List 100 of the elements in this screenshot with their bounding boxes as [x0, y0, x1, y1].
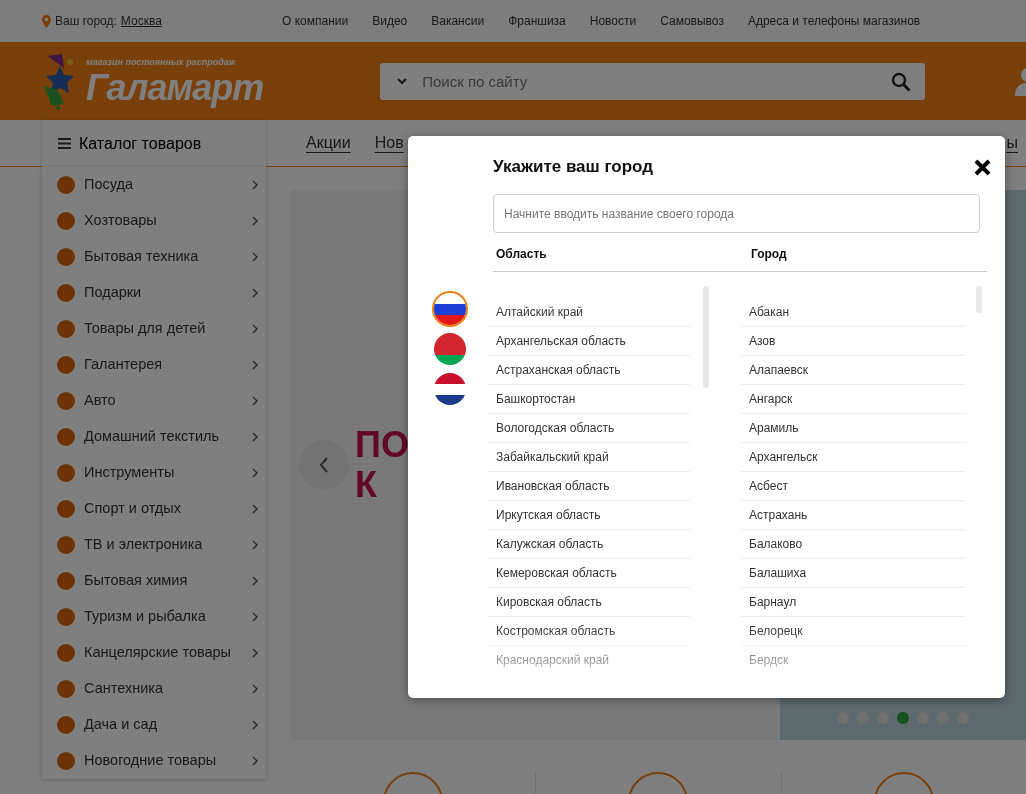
chevron-right-icon [252, 756, 258, 766]
chevron-right-icon [252, 684, 258, 694]
top-link[interactable]: Адреса и телефоны магазинов [747, 12, 921, 30]
circle-icon [56, 643, 76, 663]
city-item[interactable]: Асбест [741, 472, 966, 501]
region-item[interactable]: Калужская область [488, 530, 690, 559]
city-item[interactable]: Астрахань [741, 501, 966, 530]
chevron-left-icon [319, 457, 329, 473]
chevron-right-icon [252, 396, 258, 406]
region-item[interactable]: Архангельская область [488, 327, 690, 356]
catalog-item[interactable]: Посуда [42, 167, 266, 203]
top-link[interactable]: Видео [372, 12, 408, 30]
catalog-item[interactable]: Сантехника [42, 671, 266, 707]
region-item[interactable]: Кемеровская область [488, 559, 690, 588]
city-item[interactable]: Азов [741, 327, 966, 356]
top-link[interactable]: Новости [589, 12, 637, 30]
catalog-item[interactable]: Инструменты [42, 455, 266, 491]
circle-icon [56, 427, 76, 447]
circle-icon [56, 283, 76, 303]
catalog-button[interactable]: Каталог товаров [42, 120, 266, 167]
search-field[interactable]: Поиск по сайту [380, 62, 926, 100]
banner-heading: К [355, 465, 378, 505]
city-search-field[interactable]: Начните вводить название своего города [493, 194, 980, 233]
region-item[interactable]: Ивановская область [488, 472, 690, 501]
catalog-item[interactable]: Авто [42, 383, 266, 419]
city-item[interactable]: Балашиха [741, 559, 966, 588]
city-item[interactable]: Арамиль [741, 414, 966, 443]
chevron-right-icon [252, 540, 258, 550]
nav-link[interactable]: ы [1006, 131, 1018, 155]
city-link[interactable]: Москва [120, 12, 162, 30]
catalog-item[interactable]: Подарки [42, 275, 266, 311]
nav-link[interactable]: Нов [374, 131, 404, 155]
flag-button[interactable] [434, 333, 466, 365]
top-link[interactable]: Самовывоз [660, 12, 724, 30]
circle-icon [56, 499, 76, 519]
chevron-right-icon [252, 324, 258, 334]
catalog-item[interactable]: Новогодние товары [42, 743, 266, 779]
circle-icon [56, 715, 76, 735]
region-item[interactable]: Кировская область [488, 588, 690, 617]
circle-icon [56, 679, 76, 699]
nav-link[interactable]: Акции [306, 131, 351, 155]
circle-icon [56, 319, 76, 339]
top-link[interactable]: Франшиза [508, 12, 566, 30]
city-item[interactable]: Архангельск [741, 443, 966, 472]
slide-dot[interactable] [897, 712, 909, 724]
logo-wordmark: Галамарт [86, 69, 264, 106]
catalog-item[interactable]: Дача и сад [42, 707, 266, 743]
circle-icon [56, 607, 76, 627]
search-icon[interactable] [891, 71, 912, 92]
city-label: Ваш город: [55, 13, 117, 30]
circle-icon [56, 571, 76, 591]
circle-icon [56, 463, 76, 483]
circle-icon [56, 247, 76, 267]
chevron-right-icon [252, 180, 258, 190]
catalog-item[interactable]: Бытовая химия [42, 563, 266, 599]
top-link[interactable]: О компании [282, 12, 349, 30]
flag-button[interactable] [434, 293, 466, 325]
catalog-item[interactable]: Бытовая техника [42, 239, 266, 275]
catalog-item[interactable]: Галантерея [42, 347, 266, 383]
region-item[interactable]: Иркутская область [488, 501, 690, 530]
city-item[interactable]: Алапаевск [741, 356, 966, 385]
chevron-right-icon [252, 504, 258, 514]
circle-icon [56, 391, 76, 411]
catalog-item[interactable]: Товары для детей [42, 311, 266, 347]
circle-icon [56, 211, 76, 231]
chevron-right-icon [252, 432, 258, 442]
region-item[interactable]: Забайкальский край [488, 443, 690, 472]
circle-icon [56, 355, 76, 375]
chevron-right-icon [252, 288, 258, 298]
circle-icon [56, 175, 76, 195]
logo-tagline: магазин постоянных распродаж [86, 56, 237, 70]
close-icon [974, 159, 991, 177]
menu-icon [58, 138, 71, 149]
catalog-item[interactable]: Канцелярские товары [42, 635, 266, 671]
user-icon[interactable] [1015, 66, 1026, 96]
chevron-right-icon [252, 468, 258, 478]
circle-icon [56, 535, 76, 555]
banner-heading: ПО [355, 425, 409, 465]
city-item[interactable]: Балаково [741, 530, 966, 559]
city-item[interactable]: Ангарск [741, 385, 966, 414]
region-item[interactable]: Вологодская область [488, 414, 690, 443]
top-link[interactable]: Вакансии [431, 12, 485, 30]
chevron-right-icon [252, 252, 258, 262]
chevron-right-icon [252, 360, 258, 370]
column-header: Город [751, 246, 787, 263]
chevron-right-icon [252, 720, 258, 730]
dialog-title: Укажите ваш город [493, 156, 654, 179]
region-item[interactable]: Астраханская область [488, 356, 690, 385]
catalog-item[interactable]: ТВ и электроника [42, 527, 266, 563]
region-item[interactable]: Башкортостан [488, 385, 690, 414]
city-item[interactable]: Барнаул [741, 588, 966, 617]
flag-button[interactable] [434, 373, 466, 405]
catalog-item[interactable]: Спорт и отдых [42, 491, 266, 527]
circle-icon [56, 751, 76, 771]
catalog-item[interactable]: Хозтовары [42, 203, 266, 239]
chevron-right-icon [252, 576, 258, 586]
chevron-right-icon [252, 216, 258, 226]
catalog-item[interactable]: Домашний текстиль [42, 419, 266, 455]
chevron-right-icon [252, 612, 258, 622]
catalog-item[interactable]: Туризм и рыбалка [42, 599, 266, 635]
